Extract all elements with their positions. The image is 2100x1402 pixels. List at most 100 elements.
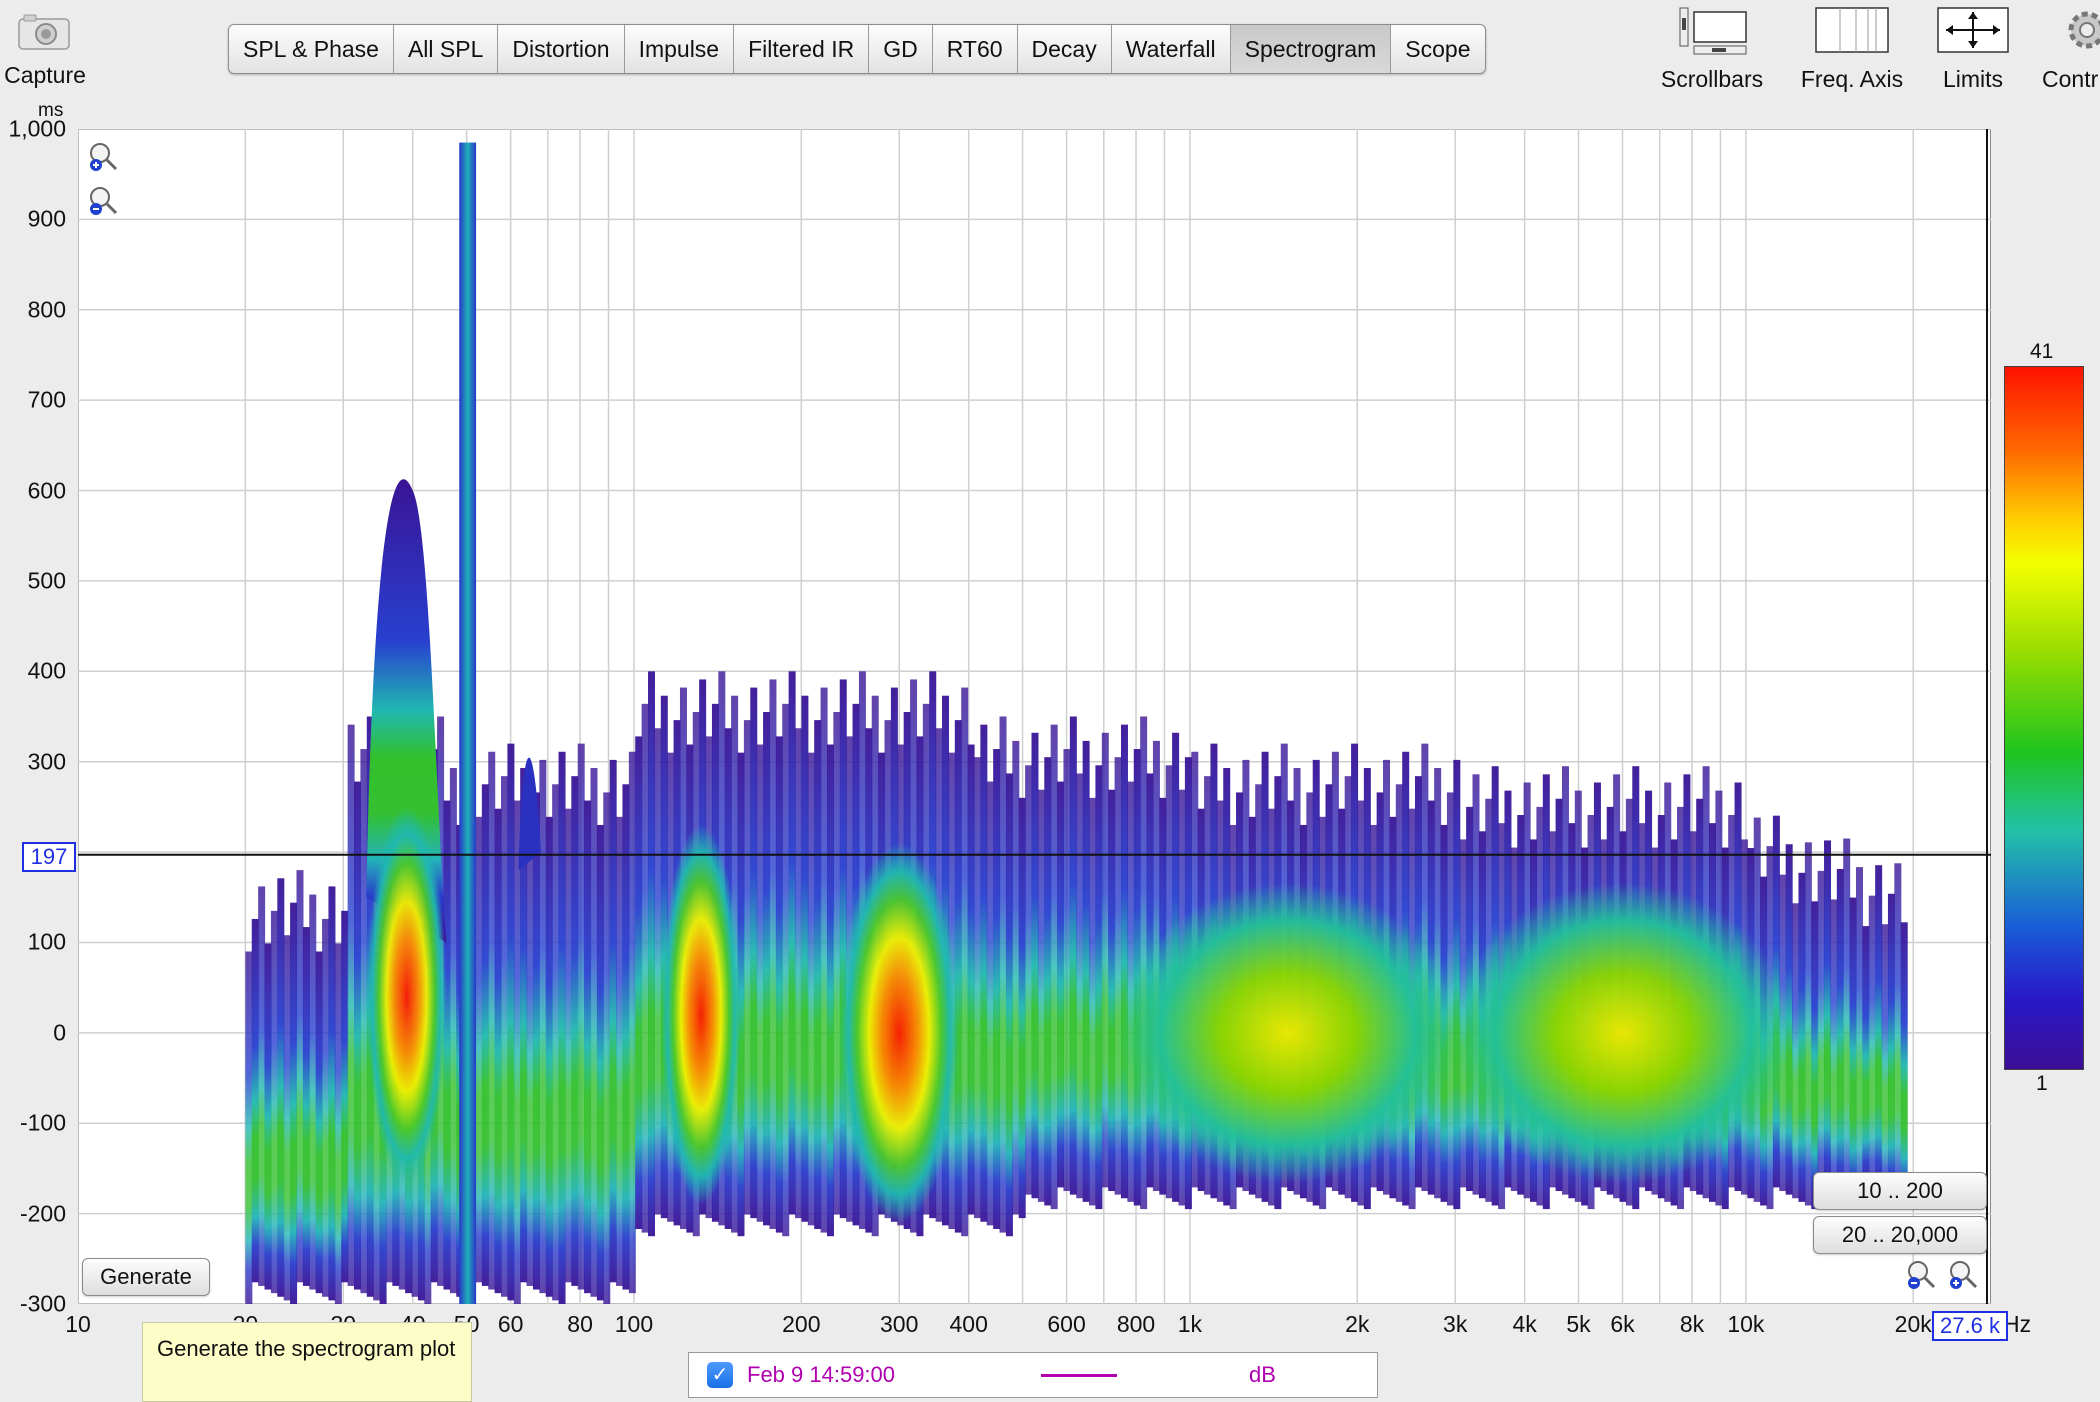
spectrogram-strand [1005, 773, 1013, 1237]
freq-axis-button[interactable]: Freq. Axis [1792, 4, 1912, 93]
spectrogram-strand [1025, 765, 1033, 1195]
capture-label: Capture [4, 62, 86, 88]
spectrogram-strand [993, 749, 1001, 1229]
spectrogram-strand [1453, 759, 1461, 1210]
measurement-line-swatch [1041, 1374, 1117, 1377]
spectrogram-strand [1076, 773, 1084, 1199]
controls-button[interactable]: Contr [2040, 4, 2100, 93]
spectrogram-strand [322, 918, 330, 1297]
color-scale-min: 1 [2036, 1072, 2048, 1095]
x-tick-label: 5k [1566, 1311, 1591, 1337]
spectrogram-strand [628, 751, 636, 1294]
spectrogram-strand [328, 886, 336, 1301]
spectrogram-strand [622, 784, 630, 1290]
tab-decay[interactable]: Decay [1018, 25, 1112, 73]
tab-all-spl[interactable]: All SPL [394, 25, 499, 73]
spectrogram-strand [1114, 757, 1122, 1195]
spectrogram-strand [750, 687, 758, 1219]
spectrogram-peak [839, 842, 960, 1223]
limits-icon [1937, 7, 2009, 53]
spectrogram-peak [660, 824, 741, 1205]
measurement-legend: ✓ Feb 9 14:59:00 dB [688, 1352, 1378, 1398]
spectrogram-strand [1875, 865, 1883, 1195]
spectrogram-strand [1862, 926, 1870, 1188]
generate-button[interactable]: Generate [82, 1258, 210, 1296]
spectrogram-peak [366, 806, 447, 1187]
spectrogram-strand [1868, 895, 1876, 1192]
spectrogram-strand [1836, 868, 1844, 1199]
spectrogram-strand [795, 728, 803, 1219]
spectrogram-strand [635, 736, 643, 1229]
spectrogram-strand [270, 910, 278, 1294]
spectrogram-strand [603, 792, 611, 1304]
spectrogram-strand [245, 951, 253, 1304]
freq-range-button[interactable]: 20 .. 20,000 [1813, 1216, 1987, 1254]
controls-label: Contr [2042, 66, 2099, 92]
tab-rt60[interactable]: RT60 [933, 25, 1018, 73]
tab-distortion[interactable]: Distortion [498, 25, 625, 73]
tab-impulse[interactable]: Impulse [625, 25, 735, 73]
spectrogram-strand [590, 768, 598, 1297]
spectrogram-strand [526, 824, 534, 1286]
spectrogram-strand [1050, 724, 1058, 1210]
y-tick-label: 900 [27, 205, 66, 232]
generate-tooltip: Generate the spectrogram plot [142, 1322, 472, 1402]
spectrogram-strand [1849, 897, 1857, 1206]
spectrogram-strand [1031, 732, 1039, 1199]
tab-gd[interactable]: GD [869, 25, 933, 73]
spectrogram-strand [1082, 740, 1090, 1202]
x-tick-label: 1k [1177, 1311, 1203, 1337]
spectrogram-strand [1843, 838, 1851, 1202]
tab-filtered-ir[interactable]: Filtered IR [734, 25, 870, 73]
cursor-x-readout: 27.6 k [1932, 1311, 2008, 1341]
tab-spectrogram[interactable]: Spectrogram [1230, 25, 1392, 73]
x-tick-label: 2k [1345, 1311, 1370, 1337]
x-tick-label: 400 [949, 1311, 988, 1337]
spectrogram-strand [1881, 924, 1889, 1199]
spectrogram-strand [283, 935, 291, 1301]
camera-icon [18, 14, 70, 50]
color-scale-bar[interactable] [2004, 366, 2084, 1070]
spectrogram-strand [1817, 870, 1825, 1188]
spectrogram-strand [1089, 797, 1097, 1206]
spectrogram-strand [1044, 757, 1052, 1206]
spectrogram-strand [756, 744, 764, 1222]
spectrogram-strand [545, 816, 553, 1297]
spectrogram-strand [571, 776, 579, 1286]
measurement-checkbox[interactable]: ✓ [707, 1362, 733, 1388]
spectrogram-plot[interactable] [78, 129, 1991, 1304]
spectrogram-strand [341, 910, 349, 1283]
x-tick-label: 6k [1610, 1311, 1635, 1337]
time-range-button[interactable]: 10 .. 200 [1813, 1172, 1987, 1210]
x-tick-label: 10k [1727, 1311, 1765, 1337]
scrollbars-label: Scrollbars [1660, 66, 1764, 92]
spectrogram-strand [801, 695, 809, 1222]
tab-scope[interactable]: Scope [1391, 25, 1484, 73]
freq-axis-label: Freq. Axis [1800, 66, 1904, 92]
spectrogram-strand [564, 808, 572, 1283]
spectrogram-strand [584, 800, 592, 1294]
spectrogram-strand [494, 808, 502, 1294]
tab-waterfall[interactable]: Waterfall [1112, 25, 1231, 73]
spectrogram-strand [449, 768, 457, 1294]
tab-spl-phase[interactable]: SPL & Phase [229, 25, 394, 73]
cursor-y-readout: 197 [22, 842, 76, 872]
spectrogram-strand [577, 743, 585, 1290]
capture-button[interactable]: Capture [0, 4, 90, 94]
spectrogram-50hz-line [459, 142, 477, 1304]
spectrogram-strand [763, 711, 771, 1226]
spectrogram-strand [1108, 789, 1116, 1192]
spectrogram-strand [290, 902, 298, 1304]
scrollbars-button[interactable]: Scrollbars [1652, 4, 1772, 93]
y-tick-label: 300 [27, 748, 66, 775]
spectrogram-strand [558, 751, 566, 1304]
limits-button[interactable]: Limits [1924, 4, 2022, 93]
spectrogram-strand [532, 792, 540, 1290]
x-tick-label: 10 [65, 1311, 91, 1337]
spectrogram-strand [743, 720, 751, 1215]
spectrogram-strand [1855, 867, 1863, 1210]
x-tick-label: 60 [497, 1311, 524, 1337]
spectrogram-strand [1018, 797, 1026, 1219]
view-tab-bar: SPL & Phase All SPL Distortion Impulse F… [228, 24, 1486, 74]
spectrogram-strand [967, 744, 975, 1215]
